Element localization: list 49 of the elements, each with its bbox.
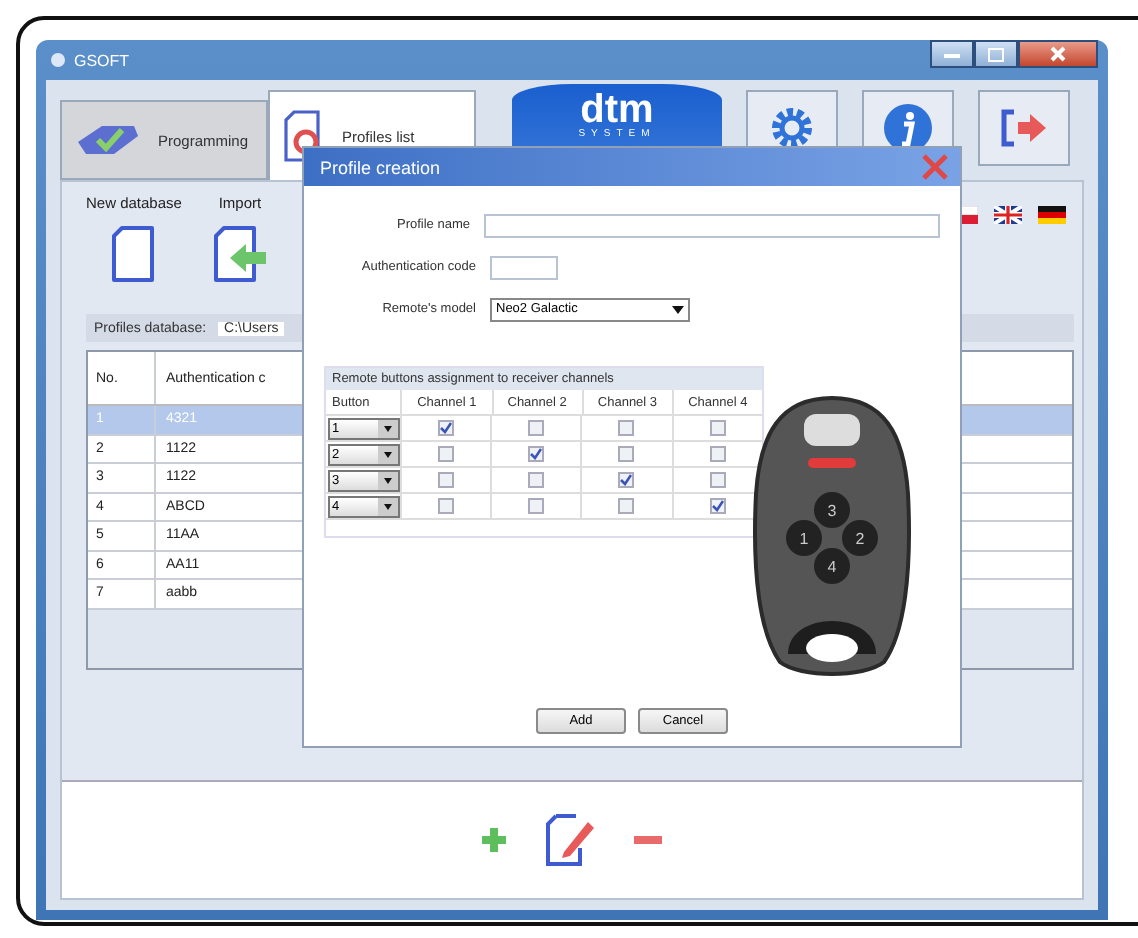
document-pencil-icon xyxy=(544,812,596,868)
caret-icon xyxy=(377,471,398,489)
add-button[interactable] xyxy=(480,826,508,854)
input-field[interactable] xyxy=(490,255,558,279)
plus-icon xyxy=(480,826,508,854)
checkbox[interactable] xyxy=(618,420,635,436)
new-document-icon xyxy=(107,224,160,284)
minimize-icon xyxy=(944,50,960,58)
checkbox[interactable] xyxy=(709,420,726,436)
checkbox[interactable] xyxy=(528,420,545,436)
checkbox[interactable] xyxy=(437,420,454,436)
input-field[interactable] xyxy=(484,213,940,237)
checkbox[interactable] xyxy=(709,446,726,462)
flag-icon[interactable] xyxy=(1038,206,1066,224)
remove-button[interactable] xyxy=(632,834,664,846)
checkbox[interactable] xyxy=(618,446,635,462)
caret-icon xyxy=(377,419,398,437)
minimize-button[interactable] xyxy=(930,40,974,68)
maximize-icon xyxy=(988,47,1004,61)
key-label: 2 xyxy=(855,530,865,548)
close-icon xyxy=(1050,46,1066,62)
checkbox[interactable] xyxy=(528,472,545,488)
exit-button[interactable] xyxy=(978,90,1070,166)
checkbox[interactable] xyxy=(528,446,545,462)
app-icon xyxy=(50,52,66,68)
edit-button[interactable] xyxy=(544,812,596,868)
checkbox[interactable] xyxy=(437,446,454,462)
flag-icon[interactable] xyxy=(994,206,1022,224)
exit-icon xyxy=(998,108,1050,148)
caret-icon xyxy=(377,445,398,463)
caret-icon xyxy=(377,497,398,515)
checkbox[interactable] xyxy=(618,472,635,488)
checkbox[interactable] xyxy=(709,472,726,488)
dialog-title: Profile creation xyxy=(320,157,441,177)
close-button[interactable] xyxy=(1018,40,1098,68)
checkbox[interactable] xyxy=(618,498,635,514)
checkbox[interactable] xyxy=(709,498,726,514)
maximize-button[interactable] xyxy=(974,40,1018,68)
minus-icon xyxy=(632,834,664,846)
checkbox[interactable] xyxy=(437,472,454,488)
key-label: 4 xyxy=(827,558,837,576)
window-title: GSOFT xyxy=(74,51,130,69)
checkbox[interactable] xyxy=(528,498,545,514)
key-label: 1 xyxy=(799,530,809,548)
checkbox[interactable] xyxy=(437,498,454,514)
settings-icon xyxy=(770,106,814,150)
key-label: 3 xyxy=(827,502,837,520)
close-icon xyxy=(922,154,948,180)
document-arrow-icon xyxy=(209,224,270,284)
